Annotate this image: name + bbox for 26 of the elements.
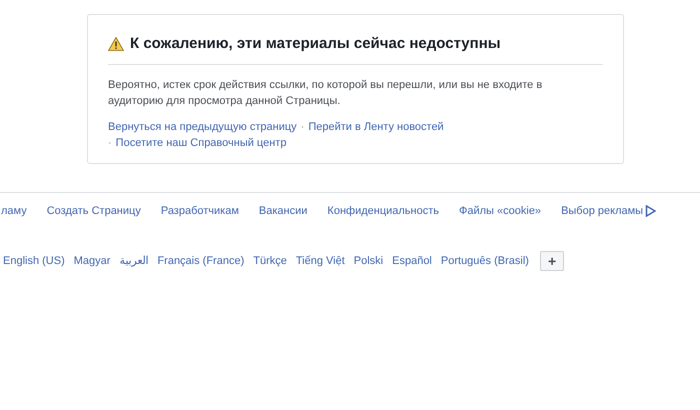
ad-choices-icon (645, 204, 656, 217)
language-link[interactable]: Português (Brasil) (440, 252, 529, 270)
language-link[interactable]: العربية (119, 252, 148, 270)
help-link[interactable]: Вернуться на предыдущую страницу (108, 118, 297, 134)
separator-dot: · (108, 136, 112, 150)
footer-link[interactable]: ламу (1, 202, 27, 219)
more-languages-button[interactable]: + (540, 251, 564, 271)
footer-link[interactable]: Конфиденциальность (327, 202, 440, 219)
notice-title: К сожалению, эти материалы сейчас недоступны (130, 34, 501, 54)
language-link[interactable]: Magyar (74, 252, 110, 270)
language-link[interactable]: Polski (354, 252, 384, 270)
warning-icon (108, 37, 124, 52)
language-link[interactable]: Français (France) (157, 252, 244, 270)
footer-link[interactable]: Вакансии (258, 202, 308, 219)
notice-message: Вероятно, истек срок действия ссылки, по которой вы перешли, или вы не входите в аудиторию для просмотра данной Страницы. (108, 78, 544, 108)
footer-link[interactable]: Выбор рекламы (561, 202, 644, 219)
help-link[interactable]: Посетите наш Справочный центр (116, 134, 286, 150)
footer-link[interactable]: Разработчикам (160, 202, 239, 219)
language-link[interactable]: Türkçe (253, 252, 287, 270)
language-link[interactable]: English (US) (3, 252, 65, 270)
language-link[interactable]: Tiếng Việt (296, 252, 345, 270)
help-link[interactable]: Перейти в Ленту новостей (308, 118, 444, 134)
language-link[interactable]: Español (392, 252, 432, 270)
footer-link[interactable]: Создать Страницу (46, 202, 141, 219)
separator-dot: · (300, 120, 304, 134)
footer-link[interactable]: Файлы «cookie» (459, 202, 542, 219)
